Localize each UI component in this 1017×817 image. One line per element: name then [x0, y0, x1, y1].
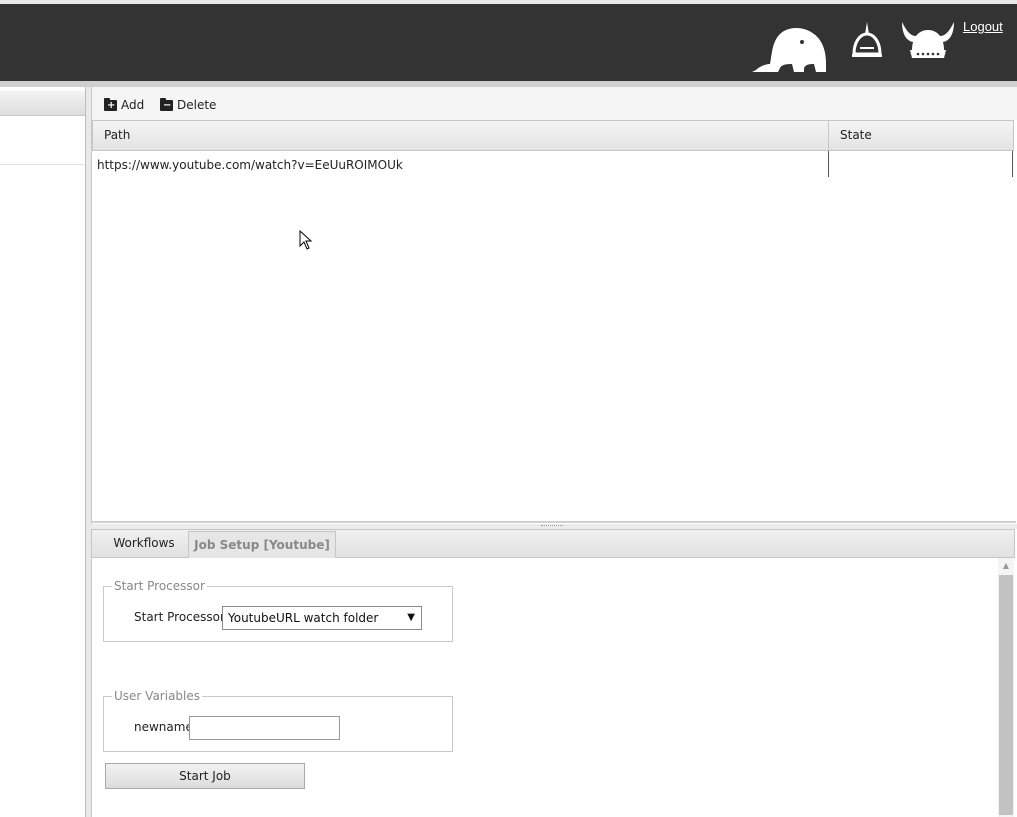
newname-input[interactable] — [189, 716, 340, 740]
cell-divider — [1012, 151, 1013, 177]
left-panel-header — [0, 91, 85, 116]
user-variables-legend: User Variables — [112, 689, 203, 703]
user-variables-fieldset: User Variables newname — [103, 689, 453, 752]
job-setup-panel: Start Processor Start Processor: Youtube… — [91, 558, 1017, 817]
scroll-up-arrow-icon[interactable]: ▲ — [1000, 560, 1012, 572]
start-job-button[interactable]: Start Job — [105, 763, 305, 789]
spiked-helmet-icon[interactable] — [850, 22, 884, 58]
add-button-label: Add — [121, 98, 145, 112]
column-header-path[interactable]: Path — [93, 121, 829, 150]
left-panel — [0, 87, 86, 817]
tab-workflows[interactable]: Workflows — [102, 530, 186, 557]
path-cell: https://www.youtube.com/watch?v=EeUuROIM… — [97, 158, 403, 172]
start-processor-value: YoutubeURL watch folder — [228, 611, 379, 625]
folder-add-icon: + — [104, 97, 117, 111]
table-row[interactable]: https://www.youtube.com/watch?v=EeUuROIM… — [92, 151, 1014, 178]
start-processor-legend: Start Processor — [112, 579, 207, 593]
grid-toolbar: + Add − Delete — [92, 87, 1017, 120]
panel-scrollbar[interactable]: ▲ — [998, 558, 1014, 817]
path-grid-panel: + Add − Delete Path State https://www.yo… — [91, 87, 1017, 524]
grid-bottom-border — [92, 521, 1016, 523]
left-panel-row[interactable] — [0, 117, 85, 165]
grid-header: Path State — [92, 120, 1014, 151]
tab-job-setup[interactable]: Job Setup [Youtube] — [188, 531, 336, 558]
start-processor-fieldset: Start Processor Start Processor: Youtube… — [103, 579, 453, 642]
scrollbar-thumb[interactable] — [999, 575, 1013, 815]
viking-helmet-icon[interactable] — [900, 18, 956, 62]
column-header-state[interactable]: State — [829, 121, 1014, 150]
elephant-icon[interactable] — [750, 24, 828, 76]
start-processor-label: Start Processor: — [134, 610, 229, 624]
logout-link[interactable]: Logout — [963, 19, 1003, 34]
cell-divider — [828, 151, 829, 177]
mouse-cursor-icon — [299, 230, 313, 250]
tabs-bar: Workflows Job Setup [Youtube] — [91, 529, 1015, 558]
delete-button-label: Delete — [177, 98, 217, 112]
delete-button[interactable]: − Delete — [160, 97, 216, 113]
folder-remove-icon: − — [160, 97, 173, 111]
dropdown-arrow-icon: ▼ — [407, 612, 415, 623]
newname-label: newname — [134, 720, 193, 734]
app-header: Logout — [0, 4, 1017, 81]
start-processor-select[interactable]: YoutubeURL watch folder ▼ — [222, 606, 422, 630]
add-button[interactable]: + Add — [104, 97, 144, 113]
